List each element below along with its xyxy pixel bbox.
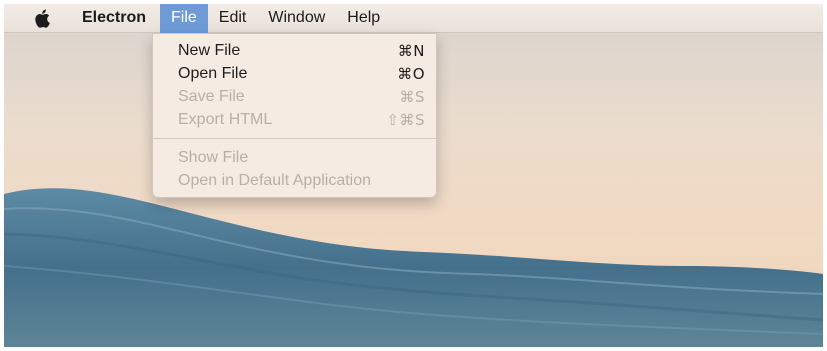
menu-item-label: Export HTML [178, 110, 273, 128]
menu-item-shortcut: ⌘O [397, 64, 425, 83]
menu-item-shortcut: ⌘N [397, 41, 425, 60]
file-menu-dropdown: New File ⌘N Open File ⌘O Save File ⌘S Ex… [152, 33, 437, 198]
menu-help[interactable]: Help [336, 4, 391, 33]
menu-item-shortcut: ⌘S [399, 87, 425, 106]
menu-bar: Electron File Edit Window Help [4, 4, 823, 33]
menu-file[interactable]: File [160, 4, 208, 33]
menu-window[interactable]: Window [257, 4, 336, 33]
menu-item-open-file[interactable]: Open File ⌘O [153, 62, 436, 85]
menu-item-new-file[interactable]: New File ⌘N [153, 39, 436, 62]
menu-item-shortcut: ⇧⌘S [386, 110, 425, 129]
menu-item-label: Open File [178, 64, 248, 82]
menu-item-open-default-app[interactable]: Open in Default Application [153, 169, 436, 192]
menu-item-label: Open in Default Application [178, 171, 372, 189]
screenshot-frame: Electron File Edit Window Help New File … [4, 4, 823, 347]
menu-item-save-file[interactable]: Save File ⌘S [153, 85, 436, 108]
menu-item-label: New File [178, 41, 241, 59]
apple-logo-icon[interactable] [30, 8, 54, 28]
menu-separator [153, 138, 436, 139]
menu-item-label: Show File [178, 148, 249, 166]
menu-item-label: Save File [178, 87, 245, 105]
menu-item-show-file[interactable]: Show File [153, 146, 436, 169]
menu-edit[interactable]: Edit [208, 4, 258, 33]
menu-item-export-html[interactable]: Export HTML ⇧⌘S [153, 108, 436, 131]
app-menu-electron[interactable]: Electron [72, 4, 160, 33]
